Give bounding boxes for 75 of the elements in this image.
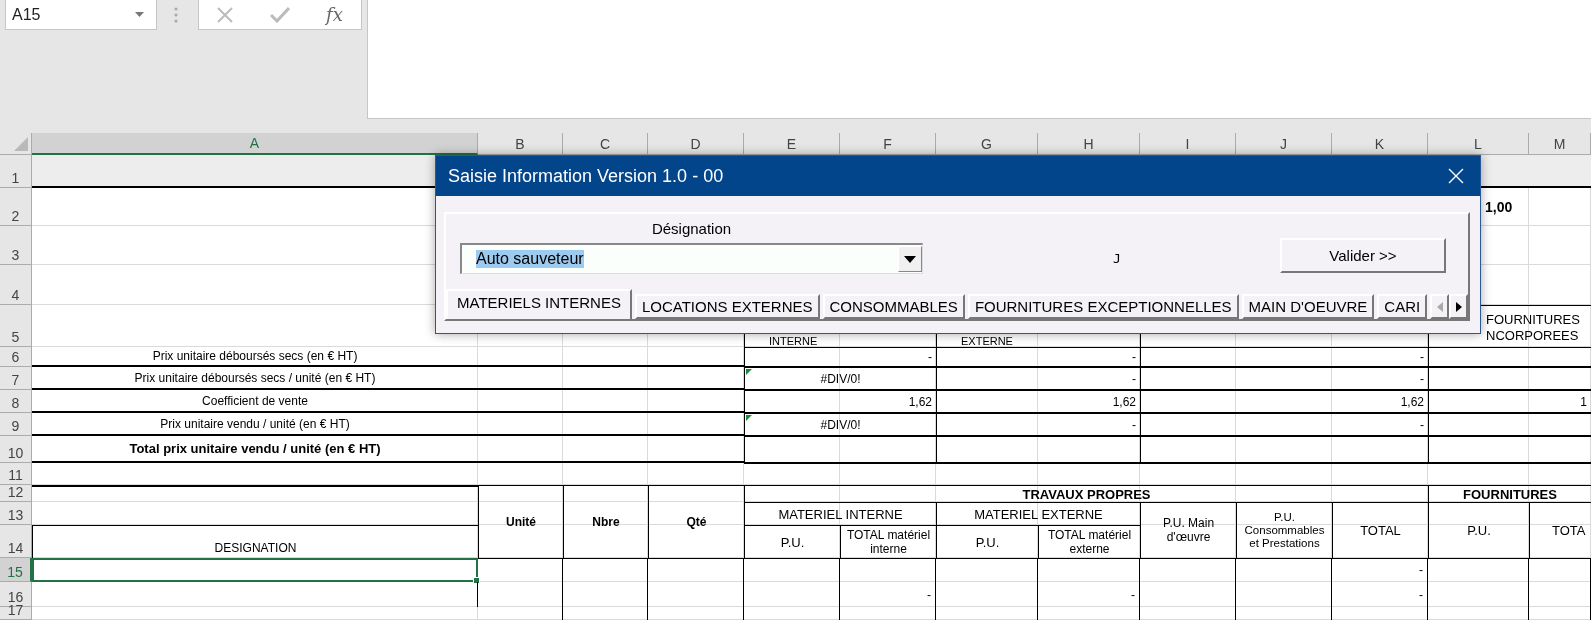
- row-header[interactable]: 7: [0, 367, 32, 390]
- row-header[interactable]: 9: [0, 413, 32, 436]
- row-header[interactable]: 17: [0, 607, 32, 620]
- scroll-right-button[interactable]: [1449, 294, 1469, 319]
- formula-input[interactable]: [367, 0, 1591, 119]
- row-header[interactable]: 3: [0, 226, 32, 265]
- row-header[interactable]: 14: [0, 525, 32, 558]
- window-title: Saisie Information Version 1.0 - 00: [448, 165, 724, 187]
- table-cell: -: [744, 347, 937, 368]
- table-cell: -: [840, 582, 936, 607]
- column-header[interactable]: D: [648, 133, 744, 155]
- row-label: Coefficient de vente: [32, 390, 478, 413]
- row-header[interactable]: 11: [0, 463, 32, 485]
- row-label: Total prix unitaire vendu / unité (en € HT): [32, 436, 478, 463]
- column-header[interactable]: F: [840, 133, 936, 155]
- row-label: Prix unitaire vendu / unité (en € HT): [32, 413, 478, 436]
- row-header[interactable]: 5: [0, 305, 32, 347]
- dropdown-icon: [135, 12, 144, 17]
- column-header[interactable]: A: [32, 133, 478, 155]
- check-icon[interactable]: [269, 6, 290, 23]
- column-heading: DESIGNATION: [32, 525, 479, 559]
- row-header[interactable]: 8: [0, 390, 32, 413]
- column-header[interactable]: K: [1332, 133, 1428, 155]
- column-header[interactable]: E: [744, 133, 840, 155]
- row-header[interactable]: 4: [0, 265, 32, 305]
- table-cell: -: [1332, 558, 1428, 582]
- column-header[interactable]: L: [1428, 133, 1529, 155]
- column-header[interactable]: C: [563, 133, 648, 155]
- row-header[interactable]: 15: [0, 558, 32, 582]
- row-header[interactable]: 2: [0, 188, 32, 226]
- table-cell: -: [1038, 582, 1140, 607]
- row-label: Prix unitaire déboursés secs (en € HT): [32, 347, 478, 367]
- column-heading: FOURNITURES: [1486, 312, 1580, 329]
- row-label: Prix unitaire déboursés secs / unité (en € HT): [32, 367, 478, 390]
- scroll-left-button[interactable]: [1430, 294, 1450, 319]
- table-cell: -: [1332, 582, 1428, 607]
- row-header[interactable]: 6: [0, 347, 32, 367]
- field-label: Désignation: [651, 220, 732, 237]
- insert-function-button[interactable]: fx: [325, 4, 343, 25]
- dropdown-icon: [904, 255, 916, 263]
- table-cell: -: [1140, 347, 1429, 368]
- column-heading: Qté: [648, 485, 745, 559]
- validate-button[interactable]: Valider >>: [1280, 238, 1446, 273]
- row-header[interactable]: 12: [0, 485, 32, 502]
- cell-value: 1,00: [1484, 198, 1514, 217]
- table-cell: 1,62: [744, 390, 937, 414]
- tab[interactable]: CARI: [1377, 294, 1428, 319]
- column-header[interactable]: B: [478, 133, 563, 155]
- column-header[interactable]: J: [1236, 133, 1332, 155]
- table-cell: #DIV/0!: [744, 367, 937, 391]
- right-arrow-icon: [1455, 301, 1462, 312]
- tab[interactable]: FOURNITURES EXCEPTIONNELLES: [967, 294, 1239, 319]
- column-header[interactable]: G: [936, 133, 1038, 155]
- tab[interactable]: LOCATIONS EXTERNES: [634, 294, 820, 319]
- column-header[interactable]: I: [1140, 133, 1236, 155]
- error-indicator-icon: [746, 369, 752, 375]
- tab[interactable]: CONSOMMABLES: [822, 294, 965, 319]
- error-indicator-icon: [746, 415, 752, 421]
- grip-icon: [174, 7, 178, 23]
- table-cell: #DIV/0!: [744, 413, 937, 437]
- left-arrow-icon: [1436, 301, 1443, 312]
- tab[interactable]: MAIN D'OEUVRE: [1241, 294, 1375, 319]
- column-heading: NCORPOREES: [1486, 328, 1579, 345]
- column-header[interactable]: H: [1038, 133, 1140, 155]
- column-header[interactable]: M: [1529, 133, 1591, 155]
- column-heading: Nbre: [563, 485, 649, 559]
- status-label: J: [1113, 251, 1122, 266]
- row-header[interactable]: 1: [0, 155, 32, 188]
- name-box[interactable]: A15: [5, 0, 157, 30]
- fill-handle[interactable]: [473, 577, 480, 584]
- row-header[interactable]: 10: [0, 436, 32, 463]
- designation-combo[interactable]: Auto sauveteur: [460, 243, 923, 274]
- column-heading: Unité: [478, 485, 564, 559]
- tab[interactable]: MATERIELS INTERNES: [446, 289, 632, 319]
- row-header[interactable]: 13: [0, 502, 32, 525]
